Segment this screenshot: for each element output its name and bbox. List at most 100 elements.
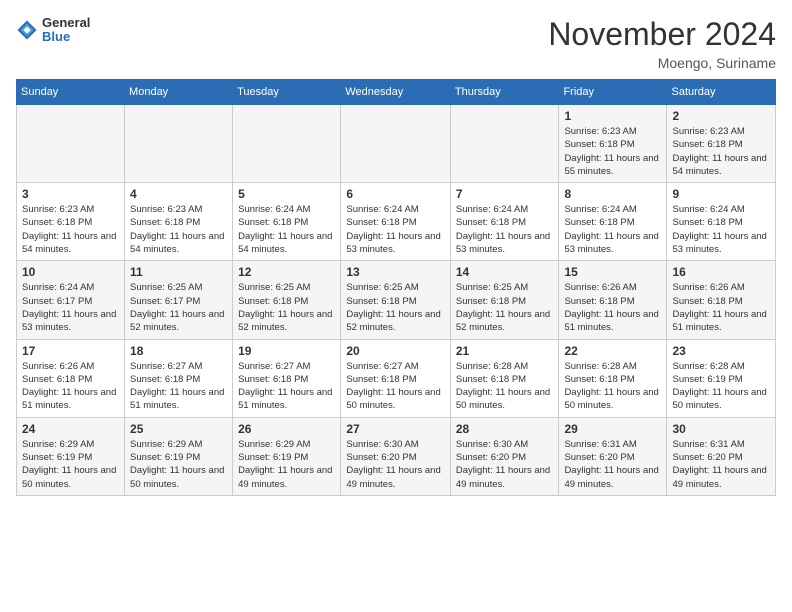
logo: General Blue <box>16 16 90 45</box>
calendar-header-row: SundayMondayTuesdayWednesdayThursdayFrid… <box>17 80 776 105</box>
day-info: Sunrise: 6:24 AM Sunset: 6:18 PM Dayligh… <box>238 203 335 256</box>
calendar-cell: 26 Sunrise: 6:29 AM Sunset: 6:19 PM Dayli… <box>233 417 341 495</box>
day-info: Sunrise: 6:25 AM Sunset: 6:18 PM Dayligh… <box>238 281 335 334</box>
day-info: Sunrise: 6:30 AM Sunset: 6:20 PM Dayligh… <box>456 438 554 491</box>
calendar-cell: 3Sunrise: 6:23 AM Sunset: 6:18 PM Daylig… <box>17 183 125 261</box>
day-number: 29 <box>564 422 661 436</box>
day-number: 20 <box>346 344 444 358</box>
day-number: 27 <box>346 422 444 436</box>
calendar-cell: 23Sunrise: 6:28 AM Sunset: 6:19 PM Dayli… <box>667 339 776 417</box>
day-info: Sunrise: 6:25 AM Sunset: 6:18 PM Dayligh… <box>346 281 444 334</box>
day-info: Sunrise: 6:28 AM Sunset: 6:18 PM Dayligh… <box>564 360 661 413</box>
day-number: 24 <box>22 422 119 436</box>
calendar-cell: 27 Sunrise: 6:30 AM Sunset: 6:20 PM Dayli… <box>341 417 450 495</box>
calendar-cell: 29 Sunrise: 6:31 AM Sunset: 6:20 PM Dayli… <box>559 417 667 495</box>
logo-blue-text: Blue <box>42 30 90 44</box>
day-info: Sunrise: 6:23 AM Sunset: 6:18 PM Dayligh… <box>22 203 119 256</box>
calendar-cell: 14 Sunrise: 6:25 AM Sunset: 6:18 PM Dayli… <box>450 261 559 339</box>
day-info: Sunrise: 6:28 AM Sunset: 6:19 PM Dayligh… <box>672 360 770 413</box>
logo-text: General Blue <box>42 16 90 45</box>
calendar-cell: 2 Sunrise: 6:23 AM Sunset: 6:18 PM Daylig… <box>667 105 776 183</box>
day-info: Sunrise: 6:26 AM Sunset: 6:18 PM Dayligh… <box>564 281 661 334</box>
column-header-tuesday: Tuesday <box>233 80 341 105</box>
day-number: 26 <box>238 422 335 436</box>
calendar-week-row: 24 Sunrise: 6:29 AM Sunset: 6:19 PM Dayli… <box>17 417 776 495</box>
day-info: Sunrise: 6:29 AM Sunset: 6:19 PM Dayligh… <box>238 438 335 491</box>
calendar-week-row: 3Sunrise: 6:23 AM Sunset: 6:18 PM Daylig… <box>17 183 776 261</box>
day-number: 14 <box>456 265 554 279</box>
day-info: Sunrise: 6:27 AM Sunset: 6:18 PM Dayligh… <box>238 360 335 413</box>
calendar-cell: 15Sunrise: 6:26 AM Sunset: 6:18 PM Dayli… <box>559 261 667 339</box>
calendar-cell <box>341 105 450 183</box>
column-header-wednesday: Wednesday <box>341 80 450 105</box>
day-number: 28 <box>456 422 554 436</box>
calendar-cell: 21 Sunrise: 6:28 AM Sunset: 6:18 PM Dayli… <box>450 339 559 417</box>
day-number: 9 <box>672 187 770 201</box>
day-number: 18 <box>130 344 227 358</box>
day-info: Sunrise: 6:24 AM Sunset: 6:18 PM Dayligh… <box>346 203 444 256</box>
calendar-cell: 11 Sunrise: 6:25 AM Sunset: 6:17 PM Dayli… <box>125 261 233 339</box>
day-number: 21 <box>456 344 554 358</box>
day-info: Sunrise: 6:27 AM Sunset: 6:18 PM Dayligh… <box>130 360 227 413</box>
header: General Blue November 2024 Moengo, Surin… <box>16 16 776 71</box>
calendar-cell <box>17 105 125 183</box>
day-info: Sunrise: 6:25 AM Sunset: 6:17 PM Dayligh… <box>130 281 227 334</box>
day-info: Sunrise: 6:27 AM Sunset: 6:18 PM Dayligh… <box>346 360 444 413</box>
day-info: Sunrise: 6:24 AM Sunset: 6:18 PM Dayligh… <box>456 203 554 256</box>
day-info: Sunrise: 6:23 AM Sunset: 6:18 PM Dayligh… <box>672 125 770 178</box>
calendar-cell: 10Sunrise: 6:24 AM Sunset: 6:17 PM Dayli… <box>17 261 125 339</box>
calendar-cell: 7Sunrise: 6:24 AM Sunset: 6:18 PM Daylig… <box>450 183 559 261</box>
day-info: Sunrise: 6:26 AM Sunset: 6:18 PM Dayligh… <box>22 360 119 413</box>
day-info: Sunrise: 6:31 AM Sunset: 6:20 PM Dayligh… <box>672 438 770 491</box>
logo-icon <box>16 19 38 41</box>
day-number: 2 <box>672 109 770 123</box>
calendar-cell: 19 Sunrise: 6:27 AM Sunset: 6:18 PM Dayli… <box>233 339 341 417</box>
calendar-cell <box>233 105 341 183</box>
calendar-cell: 5 Sunrise: 6:24 AM Sunset: 6:18 PM Daylig… <box>233 183 341 261</box>
calendar-cell: 24Sunrise: 6:29 AM Sunset: 6:19 PM Dayli… <box>17 417 125 495</box>
calendar-cell: 22Sunrise: 6:28 AM Sunset: 6:18 PM Dayli… <box>559 339 667 417</box>
calendar-cell: 8 Sunrise: 6:24 AM Sunset: 6:18 PM Daylig… <box>559 183 667 261</box>
calendar-cell: 4Sunrise: 6:23 AM Sunset: 6:18 PM Daylig… <box>125 183 233 261</box>
calendar-cell: 6 Sunrise: 6:24 AM Sunset: 6:18 PM Daylig… <box>341 183 450 261</box>
day-info: Sunrise: 6:23 AM Sunset: 6:18 PM Dayligh… <box>564 125 661 178</box>
day-info: Sunrise: 6:30 AM Sunset: 6:20 PM Dayligh… <box>346 438 444 491</box>
calendar-week-row: 10Sunrise: 6:24 AM Sunset: 6:17 PM Dayli… <box>17 261 776 339</box>
calendar-cell <box>450 105 559 183</box>
day-info: Sunrise: 6:24 AM Sunset: 6:18 PM Dayligh… <box>564 203 661 256</box>
day-number: 5 <box>238 187 335 201</box>
column-header-friday: Friday <box>559 80 667 105</box>
day-number: 8 <box>564 187 661 201</box>
month-title: November 2024 <box>548 16 776 53</box>
calendar-cell: 25Sunrise: 6:29 AM Sunset: 6:19 PM Dayli… <box>125 417 233 495</box>
logo-general-text: General <box>42 16 90 30</box>
day-number: 6 <box>346 187 444 201</box>
calendar-cell: 18 Sunrise: 6:27 AM Sunset: 6:18 PM Dayli… <box>125 339 233 417</box>
calendar-cell: 12 Sunrise: 6:25 AM Sunset: 6:18 PM Dayli… <box>233 261 341 339</box>
calendar-cell: 16 Sunrise: 6:26 AM Sunset: 6:18 PM Dayli… <box>667 261 776 339</box>
day-number: 12 <box>238 265 335 279</box>
calendar-table: SundayMondayTuesdayWednesdayThursdayFrid… <box>16 79 776 496</box>
day-number: 13 <box>346 265 444 279</box>
day-info: Sunrise: 6:24 AM Sunset: 6:17 PM Dayligh… <box>22 281 119 334</box>
day-number: 11 <box>130 265 227 279</box>
day-info: Sunrise: 6:31 AM Sunset: 6:20 PM Dayligh… <box>564 438 661 491</box>
calendar-cell: 9 Sunrise: 6:24 AM Sunset: 6:18 PM Daylig… <box>667 183 776 261</box>
day-number: 30 <box>672 422 770 436</box>
day-number: 1 <box>564 109 661 123</box>
day-number: 16 <box>672 265 770 279</box>
day-info: Sunrise: 6:26 AM Sunset: 6:18 PM Dayligh… <box>672 281 770 334</box>
calendar-cell: 20 Sunrise: 6:27 AM Sunset: 6:18 PM Dayli… <box>341 339 450 417</box>
calendar-cell <box>125 105 233 183</box>
day-info: Sunrise: 6:28 AM Sunset: 6:18 PM Dayligh… <box>456 360 554 413</box>
column-header-thursday: Thursday <box>450 80 559 105</box>
day-info: Sunrise: 6:25 AM Sunset: 6:18 PM Dayligh… <box>456 281 554 334</box>
title-area: November 2024 Moengo, Suriname <box>548 16 776 71</box>
day-info: Sunrise: 6:23 AM Sunset: 6:18 PM Dayligh… <box>130 203 227 256</box>
day-number: 19 <box>238 344 335 358</box>
day-info: Sunrise: 6:24 AM Sunset: 6:18 PM Dayligh… <box>672 203 770 256</box>
location-subtitle: Moengo, Suriname <box>548 55 776 71</box>
column-header-saturday: Saturday <box>667 80 776 105</box>
calendar-cell: 28 Sunrise: 6:30 AM Sunset: 6:20 PM Dayli… <box>450 417 559 495</box>
column-header-monday: Monday <box>125 80 233 105</box>
